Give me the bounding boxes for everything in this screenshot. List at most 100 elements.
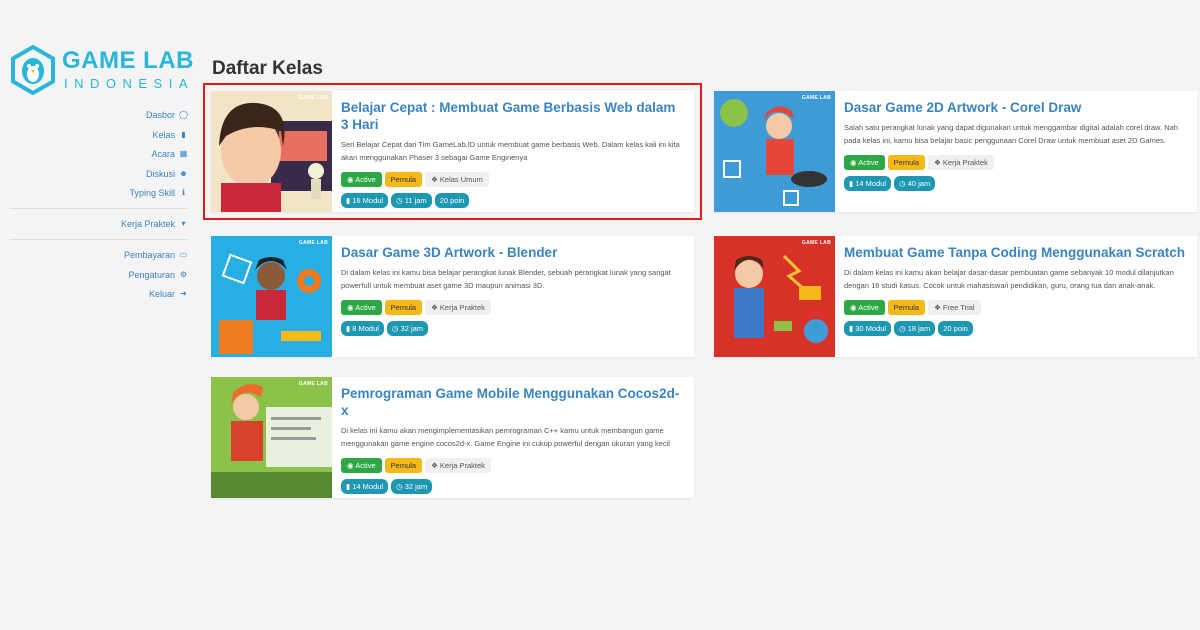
hours-badge: ◷ 11 jam bbox=[391, 193, 432, 208]
course-illustration bbox=[714, 91, 835, 212]
card-body: Belajar Cepat : Membuat Game Berbasis We… bbox=[341, 99, 686, 208]
course-card[interactable]: GAME LAB Membuat Game Tanpa Coding Mengg… bbox=[714, 236, 1197, 357]
sidebar-item-typing-skill[interactable]: Typing Skill ℹ bbox=[129, 188, 188, 208]
tag-icon: ❖ bbox=[934, 158, 943, 167]
tag-icon: ❖ bbox=[934, 303, 943, 312]
course-card[interactable]: GAME LAB Dasar Game 2D Artwork - Corel D… bbox=[714, 91, 1197, 212]
sidebar-item-label: Keluar bbox=[148, 289, 175, 299]
thumbnail-brand: GAME LAB bbox=[801, 240, 831, 246]
course-tags: ◉ Active Pemula ❖ Kelas Umum bbox=[341, 172, 686, 187]
status-badge: ◉ Active bbox=[341, 172, 382, 187]
status-badge: ◉ Active bbox=[341, 300, 382, 315]
sidebar-nav: Dasbor ◯ Kelas ▮ Acara ▦ Diskusi ☻ Typin… bbox=[129, 110, 188, 208]
tag-icon: ❖ bbox=[431, 303, 440, 312]
course-thumbnail[interactable]: GAME LAB bbox=[211, 377, 332, 498]
modul-badge: ▮ 8 Modul bbox=[341, 321, 384, 336]
users-icon: ☻ bbox=[179, 168, 188, 178]
hours-badge: ◷ 32 jam bbox=[391, 479, 433, 494]
course-card[interactable]: GAME LAB Dasar Game 3D Artwork - Blender… bbox=[211, 236, 694, 357]
modul-badge: ▮ 14 Modul bbox=[341, 479, 389, 494]
status-badge: ◉ Active bbox=[844, 300, 885, 315]
sidebar-item-label: Typing Skill bbox=[129, 188, 175, 198]
tag-icon: ❖ bbox=[431, 461, 440, 470]
course-card[interactable]: GAME LAB Pemrograman Game Mobile Menggun… bbox=[211, 377, 694, 498]
sidebar-item-acara[interactable]: Acara ▦ bbox=[129, 149, 188, 169]
course-title[interactable]: Dasar Game 3D Artwork - Blender bbox=[341, 244, 686, 261]
thumbnail-brand: GAME LAB bbox=[298, 240, 328, 246]
eye-icon: ◉ bbox=[347, 461, 356, 470]
course-thumbnail[interactable]: GAME LAB bbox=[211, 91, 332, 212]
course-thumbnail[interactable]: GAME LAB bbox=[714, 91, 835, 212]
sidebar-divider bbox=[10, 239, 188, 240]
course-tags: ◉ Active Pemula ❖ Kerja Praktek bbox=[341, 458, 686, 473]
level-badge: Pemula bbox=[887, 155, 926, 170]
category-badge: ❖ Kerja Praktek bbox=[425, 300, 491, 315]
eye-icon: ◉ bbox=[347, 303, 356, 312]
hours-badge: ◷ 40 jam bbox=[894, 176, 936, 191]
penguin-hexagon-icon bbox=[11, 45, 55, 95]
course-tags: ◉ Active Pemula ❖ Free Trial bbox=[844, 300, 1189, 315]
category-badge: ❖ Kerja Praktek bbox=[425, 458, 491, 473]
card-body: Dasar Game 3D Artwork - Blender Di dalam… bbox=[341, 244, 686, 336]
sidebar-item-label: Kelas bbox=[152, 129, 175, 140]
sidebar: GAME LAB INDONESIA Dasbor ◯ Kelas ▮ Acar… bbox=[0, 0, 200, 630]
sidebar-item-kerja-praktek[interactable]: Kerja Praktek ▾ bbox=[121, 219, 188, 239]
clock-icon: ◷ bbox=[391, 324, 401, 333]
level-badge: Pemula bbox=[887, 300, 926, 315]
sidebar-item-pengaturan[interactable]: Pengaturan ⚙ bbox=[124, 270, 188, 290]
course-thumbnail[interactable]: GAME LAB bbox=[211, 236, 332, 357]
sidebar-item-keluar[interactable]: Keluar ➜ bbox=[124, 289, 188, 309]
thumbnail-brand: GAME LAB bbox=[298, 95, 328, 101]
tag-icon: ❖ bbox=[431, 175, 440, 184]
sidebar-item-label: Acara bbox=[151, 149, 175, 159]
course-title[interactable]: Dasar Game 2D Artwork - Corel Draw bbox=[844, 99, 1189, 116]
modul-badge: ▮ 16 Modul bbox=[341, 193, 389, 208]
course-illustration bbox=[211, 91, 332, 212]
course-description: Di dalam kelas ini kamu bisa belajar per… bbox=[341, 268, 671, 290]
course-description: Seri Belajar Cepat dari Tim GameLab.ID u… bbox=[341, 140, 680, 162]
sidebar-item-label: Pembayaran bbox=[123, 250, 175, 260]
level-badge: Pemula bbox=[384, 458, 423, 473]
eye-icon: ◉ bbox=[850, 303, 859, 312]
course-tags: ◉ Active Pemula ❖ Kerja Praktek bbox=[341, 300, 686, 315]
points-badge: 20 poin bbox=[434, 193, 470, 208]
sidebar-item-label: Diskusi bbox=[145, 168, 175, 179]
category-badge: ❖ Free Trial bbox=[928, 300, 981, 315]
sidebar-item-label: Dasbor bbox=[145, 110, 175, 120]
sidebar-item-dasbor[interactable]: Dasbor ◯ bbox=[129, 110, 188, 130]
hours-badge: ◷ 32 jam bbox=[386, 321, 429, 336]
course-title[interactable]: Membuat Game Tanpa Coding Menggunakan Sc… bbox=[844, 244, 1189, 261]
sidebar-dropdown: Kerja Praktek ▾ bbox=[121, 219, 188, 239]
course-card[interactable]: GAME LAB Belajar Cepat : Membuat Game Be… bbox=[203, 83, 702, 220]
course-thumbnail[interactable]: GAME LAB bbox=[714, 236, 835, 357]
modul-badge: ▮ 14 Modul bbox=[844, 176, 892, 191]
points-badge: 20 poin bbox=[938, 321, 973, 336]
sidebar-item-kelas[interactable]: Kelas ▮ bbox=[129, 130, 188, 150]
course-stats: ▮ 16 Modul ◷ 11 jam 20 poin bbox=[341, 193, 686, 208]
sidebar-divider bbox=[10, 208, 188, 209]
status-badge: ◉ Active bbox=[341, 458, 382, 473]
level-badge: Pemula bbox=[384, 300, 423, 315]
course-stats: ▮ 14 Modul ◷ 32 jam bbox=[341, 479, 686, 494]
thumbnail-brand: GAME LAB bbox=[298, 381, 328, 387]
course-tags: ◉ Active Pemula ❖ Kerja Praktek bbox=[844, 155, 1189, 170]
book-icon: ▮ bbox=[181, 129, 186, 139]
course-description: Di kelas ini kamu akan mengimplementasik… bbox=[341, 426, 670, 448]
logo[interactable]: GAME LAB INDONESIA bbox=[10, 45, 195, 95]
card-body: Pemrograman Game Mobile Menggunakan Coco… bbox=[341, 385, 686, 494]
text-cursor-icon: ℹ bbox=[181, 188, 186, 197]
course-description: Di dalam kelas ini kamu akan belajar das… bbox=[844, 268, 1174, 290]
course-title[interactable]: Belajar Cepat : Membuat Game Berbasis We… bbox=[341, 99, 686, 133]
hours-badge: ◷ 18 jam bbox=[894, 321, 936, 336]
logo-title: GAME LAB bbox=[62, 47, 194, 74]
modul-badge: ▮ 30 Modul bbox=[844, 321, 892, 336]
logo-subtitle: INDONESIA bbox=[64, 76, 195, 91]
course-title[interactable]: Pemrograman Game Mobile Menggunakan Coco… bbox=[341, 385, 686, 419]
clock-icon: ◷ bbox=[899, 179, 908, 188]
course-illustration bbox=[211, 236, 332, 357]
sidebar-item-pembayaran[interactable]: Pembayaran ▭ bbox=[124, 250, 188, 270]
course-description: Salah satu perangkat lunak yang dapat di… bbox=[844, 123, 1178, 145]
caret-down-icon: ▾ bbox=[181, 219, 186, 228]
gear-icon: ⚙ bbox=[179, 269, 188, 279]
sidebar-item-diskusi[interactable]: Diskusi ☻ bbox=[129, 169, 188, 189]
